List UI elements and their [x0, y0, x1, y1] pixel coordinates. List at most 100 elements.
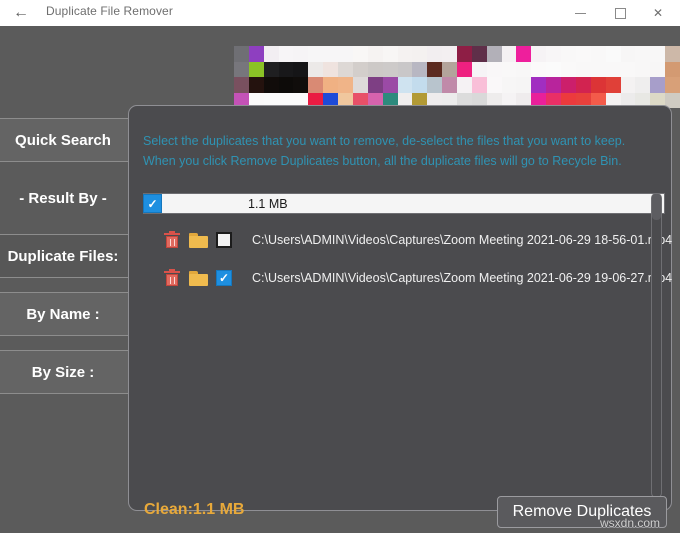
folder-icon[interactable]	[189, 232, 208, 248]
mosaic-tile	[323, 77, 339, 93]
table-row[interactable]: C:\Users\ADMIN\Videos\Captures\Zoom Meet…	[137, 223, 672, 257]
sidebar-item-label: By Name :	[26, 305, 100, 323]
file-path-label: C:\Users\ADMIN\Videos\Captures\Zoom Meet…	[252, 271, 673, 285]
maximize-icon	[614, 8, 626, 20]
mosaic-tile	[635, 61, 651, 77]
mosaic-tile	[457, 46, 472, 62]
list-vertical-scrollbar[interactable]	[651, 193, 662, 498]
mosaic-tile	[501, 61, 517, 77]
window-title: Duplicate File Remover	[46, 4, 173, 18]
mosaic-tile	[575, 46, 591, 62]
mosaic-tile	[590, 77, 606, 93]
sidebar-item-quick-search[interactable]: Quick Search	[0, 118, 132, 162]
folder-body	[189, 235, 208, 248]
mosaic-tile	[501, 77, 517, 93]
mosaic-tile	[248, 46, 264, 62]
mosaic-tile	[397, 77, 413, 93]
mosaic-tile	[278, 77, 294, 93]
title-bar: ← Duplicate File Remover ✕	[0, 0, 680, 26]
mosaic-tile	[382, 46, 398, 62]
trash-lid	[164, 233, 180, 235]
mosaic-tile	[590, 61, 606, 77]
mosaic-tile	[263, 77, 279, 93]
mosaic-tile	[248, 77, 264, 93]
mosaic-tile	[605, 77, 621, 93]
group-select-all-checkbox[interactable]: ✓	[143, 194, 162, 213]
mosaic-tile	[561, 77, 576, 93]
mosaic-tile	[531, 77, 547, 93]
mosaic-tile	[442, 77, 457, 93]
mosaic-tile	[516, 77, 532, 93]
mosaic-tile	[278, 46, 294, 62]
duplicate-file-list: ✓ 1.1 MB C:\Users\ADMIN\Videos\Captures\…	[137, 193, 672, 498]
mosaic-tile	[412, 46, 428, 62]
clean-size-label: Clean:1.1 MB	[144, 501, 245, 518]
mosaic-tile	[248, 61, 264, 77]
app-body: Quick Search - Result By - Duplicate Fil…	[0, 26, 680, 533]
folder-icon[interactable]	[189, 270, 208, 286]
mosaic-tile	[338, 61, 353, 77]
mosaic-tile	[367, 46, 383, 62]
mosaic-tile	[308, 77, 324, 93]
sidebar-item-duplicate-files[interactable]: Duplicate Files:	[0, 234, 132, 278]
sidebar-section-result-by: - Result By -	[0, 176, 132, 220]
sidebar-item-by-size[interactable]: By Size :	[0, 350, 132, 394]
dialog-instruction-text: Select the duplicates that you want to r…	[143, 134, 626, 168]
mosaic-tile	[397, 46, 413, 62]
file-select-checkbox[interactable]	[216, 232, 232, 248]
checkmark-icon: ✓	[147, 196, 158, 211]
mosaic-tile	[293, 61, 309, 77]
close-button[interactable]: ✕	[638, 0, 678, 26]
mosaic-tile	[382, 61, 398, 77]
mosaic-tile	[442, 46, 457, 62]
mosaic-tile	[620, 77, 636, 93]
mosaic-tile	[561, 46, 576, 62]
mosaic-tile	[605, 46, 621, 62]
trash-icon[interactable]	[164, 231, 180, 249]
mosaic-tile	[234, 61, 249, 77]
mosaic-tile	[665, 46, 680, 62]
mosaic-tile	[263, 46, 279, 62]
mosaic-tile	[352, 77, 368, 93]
mosaic-tile	[486, 77, 502, 93]
mosaic-tile	[501, 46, 517, 62]
scrollbar-thumb[interactable]	[652, 194, 661, 220]
sidebar-item-by-name[interactable]: By Name :	[0, 292, 132, 336]
sidebar-item-label: Quick Search	[15, 131, 111, 149]
file-select-checkbox[interactable]: ✓	[216, 270, 232, 286]
mosaic-tile	[486, 46, 502, 62]
mosaic-tile	[427, 77, 443, 93]
mosaic-tile	[352, 46, 368, 62]
mosaic-tile	[457, 61, 472, 77]
maximize-button[interactable]	[600, 0, 640, 26]
minimize-button[interactable]	[560, 0, 600, 26]
mosaic-tile	[486, 61, 502, 77]
sidebar-item-label: Duplicate Files:	[7, 247, 119, 265]
mosaic-tile	[293, 46, 309, 62]
mosaic-tile	[308, 46, 324, 62]
mosaic-tile	[442, 61, 457, 77]
table-row[interactable]: ✓ C:\Users\ADMIN\Videos\Captures\Zoom Me…	[137, 261, 672, 295]
mosaic-tile	[323, 61, 339, 77]
mosaic-tile	[546, 46, 562, 62]
file-path-label: C:\Users\ADMIN\Videos\Captures\Zoom Meet…	[252, 233, 673, 247]
mosaic-tile	[665, 61, 680, 77]
mosaic-tile	[293, 77, 309, 93]
pixelated-image-overlay	[234, 46, 680, 108]
close-icon: ✕	[652, 6, 664, 20]
mosaic-tile	[382, 77, 398, 93]
mosaic-tile	[650, 46, 666, 62]
mosaic-tile	[575, 77, 591, 93]
group-header-row[interactable]: ✓ 1.1 MB	[143, 193, 665, 214]
mosaic-tile	[308, 61, 324, 77]
mosaic-tile	[620, 61, 636, 77]
trash-icon[interactable]	[164, 269, 180, 287]
mosaic-tile	[516, 46, 532, 62]
mosaic-tile	[427, 61, 443, 77]
mosaic-tile	[412, 61, 428, 77]
back-arrow-icon[interactable]: ←	[10, 3, 32, 23]
app-window: ← Duplicate File Remover ✕ Quick Search …	[0, 0, 680, 533]
